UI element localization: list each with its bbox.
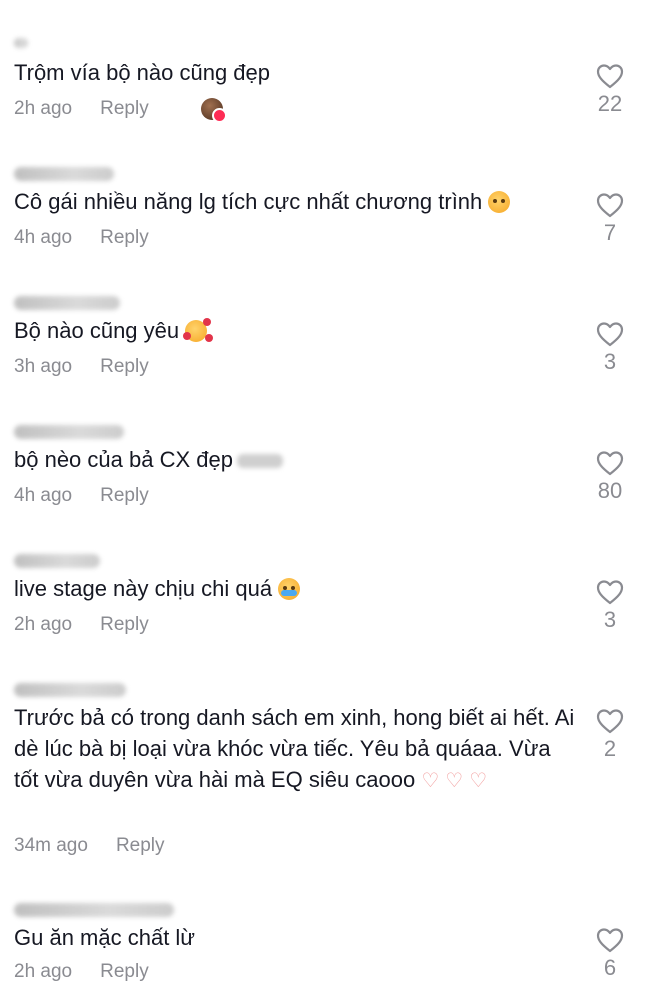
- creator-liked-avatar: [200, 98, 227, 123]
- username-blurred[interactable]: [14, 296, 120, 310]
- heart-outline-icon: [596, 709, 624, 734]
- comment-text-content: live stage này chịu chi quá: [14, 576, 273, 601]
- like-button[interactable]: 3: [588, 579, 632, 633]
- comment-time: 2h ago: [14, 98, 73, 119]
- worried-face-emoji: [488, 191, 511, 213]
- like-count: 80: [597, 478, 623, 503]
- comment-time: 2h ago: [14, 961, 73, 982]
- like-button[interactable]: 2: [588, 708, 632, 762]
- comment-time: 34m ago: [14, 835, 88, 856]
- heart-outline-icon: [596, 64, 624, 89]
- comment-text: Cô gái nhiều năng lg tích cực nhất chươn…: [14, 186, 574, 217]
- comment-meta: 2h ago Reply: [14, 98, 227, 123]
- like-count: 6: [603, 955, 617, 980]
- like-count: 2: [603, 736, 617, 761]
- username-blurred[interactable]: [14, 38, 28, 48]
- comment-meta: 34m ago Reply: [14, 835, 165, 857]
- comment-meta: 2h ago Reply: [14, 961, 149, 983]
- like-count: 3: [603, 349, 617, 374]
- comment-time: 4h ago: [14, 227, 73, 248]
- comment-meta: 4h ago Reply: [14, 485, 149, 507]
- comment-text: Trộm vía bộ nào cũng đẹp: [14, 60, 271, 85]
- reply-button[interactable]: Reply: [116, 835, 165, 857]
- loudly-crying-face-emoji: [278, 578, 301, 600]
- heart-outline-icon: [596, 580, 624, 605]
- like-button[interactable]: 7: [588, 192, 632, 246]
- comment-text: bộ nèo của bả CX đẹp: [14, 444, 574, 475]
- comment-meta: 4h ago Reply: [14, 227, 149, 249]
- like-button[interactable]: 22: [588, 63, 632, 117]
- username-blurred[interactable]: [14, 683, 126, 697]
- like-count: 22: [597, 91, 623, 116]
- comment-time: 3h ago: [14, 356, 73, 377]
- comment-time: 2h ago: [14, 614, 73, 635]
- username-blurred[interactable]: [14, 167, 114, 181]
- heart-hands-emoji: ♡: [421, 770, 440, 792]
- comment-text-content: Trước bả có trong danh sách em xinh, hon…: [14, 705, 575, 792]
- heart-outline-icon: [596, 322, 624, 347]
- comment-meta: 2h ago Reply: [14, 614, 149, 636]
- username-blurred[interactable]: [14, 903, 174, 917]
- like-button[interactable]: 80: [588, 450, 632, 504]
- comment-text: Trước bả có trong danh sách em xinh, hon…: [14, 702, 579, 797]
- heart-hands-emoji: ♡: [469, 770, 488, 792]
- reply-button[interactable]: Reply: [100, 485, 149, 507]
- reply-button[interactable]: Reply: [100, 98, 149, 120]
- comment-text-content: bộ nèo của bả CX đẹp: [14, 447, 233, 472]
- comment-text: Gu ăn mặc chất lừ: [14, 925, 196, 950]
- heart-hands-emoji: ♡: [445, 770, 464, 792]
- heart-outline-icon: [596, 193, 624, 218]
- like-count: 7: [603, 220, 617, 245]
- comment-meta: 3h ago Reply: [14, 356, 149, 378]
- comment-time: 4h ago: [14, 485, 73, 506]
- heart-outline-icon: [596, 451, 624, 476]
- username-blurred[interactable]: [14, 554, 100, 568]
- blurred-mention: [236, 454, 283, 469]
- like-button[interactable]: 6: [588, 927, 632, 981]
- heart-outline-icon: [596, 928, 624, 953]
- reply-button[interactable]: Reply: [100, 227, 149, 249]
- comment-text: Bộ nào cũng yêu: [14, 315, 574, 346]
- comment-text-content: Cô gái nhiều năng lg tích cực nhất chươn…: [14, 189, 483, 214]
- smiling-face-with-hearts-emoji: [185, 318, 212, 342]
- reply-button[interactable]: Reply: [100, 961, 149, 983]
- comment-text-content: Bộ nào cũng yêu: [14, 318, 180, 343]
- username-blurred[interactable]: [14, 425, 124, 439]
- like-count: 3: [603, 607, 617, 632]
- like-button[interactable]: 3: [588, 321, 632, 375]
- comment-text: live stage này chịu chi quá: [14, 573, 574, 604]
- reply-button[interactable]: Reply: [100, 614, 149, 636]
- reply-button[interactable]: Reply: [100, 356, 149, 378]
